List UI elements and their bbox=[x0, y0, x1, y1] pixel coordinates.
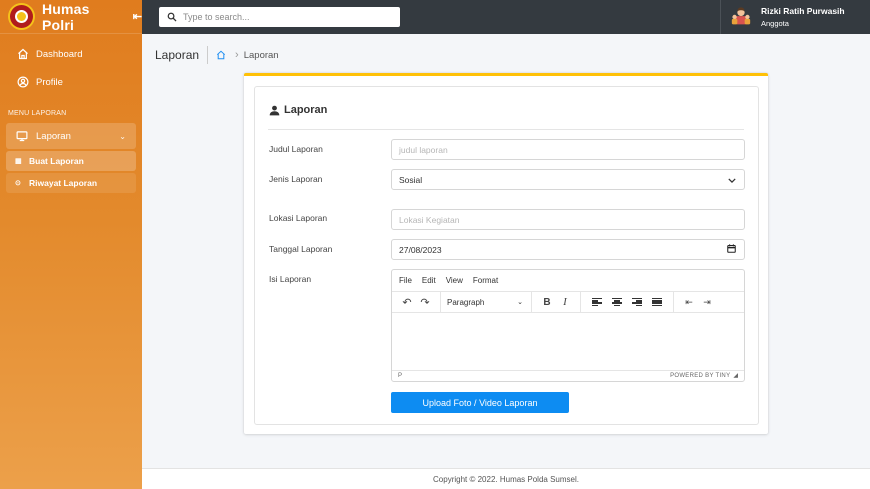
form-title: Laporan bbox=[269, 104, 327, 116]
user-circle-icon bbox=[16, 75, 30, 89]
undo-icon[interactable]: ↶ bbox=[398, 296, 416, 309]
sidebar-group-label: Laporan bbox=[36, 130, 71, 142]
tanggal-input[interactable]: 27/08/2023 bbox=[391, 239, 745, 260]
lokasi-input[interactable]: Lokasi Kegiatan bbox=[391, 209, 745, 230]
footer: Copyright © 2022. Humas Polda Sumsel. bbox=[142, 468, 870, 489]
align-right-icon[interactable] bbox=[632, 298, 642, 306]
upload-button[interactable]: Upload Foto / Video Laporan bbox=[391, 392, 569, 413]
sidebar-item-riwayat-laporan[interactable]: ⊙ Riwayat Laporan bbox=[6, 173, 136, 193]
judul-label: Judul Laporan bbox=[269, 144, 323, 154]
judul-input[interactable]: judul laporan bbox=[391, 139, 745, 160]
sidebar-item-buat-laporan[interactable]: ▦ Buat Laporan bbox=[6, 151, 136, 171]
editor-statusbar: P POWERED BY TINY ◢ bbox=[392, 370, 744, 380]
tanggal-label: Tanggal Laporan bbox=[269, 244, 333, 254]
search-icon bbox=[167, 12, 177, 22]
jenis-label: Jenis Laporan bbox=[269, 174, 323, 184]
brand: Humas Polri ⇤ bbox=[0, 0, 142, 34]
sidebar-item-profile[interactable]: Profile bbox=[6, 68, 136, 96]
home-icon[interactable] bbox=[216, 50, 226, 60]
user-role: Anggota bbox=[761, 19, 789, 28]
align-justify-icon[interactable] bbox=[652, 298, 662, 306]
resize-handle-icon[interactable]: ◢ bbox=[733, 372, 738, 379]
sidebar-item-label: Buat Laporan bbox=[29, 156, 84, 166]
outdent-icon[interactable]: ⇤ bbox=[680, 297, 698, 308]
form-title-text: Laporan bbox=[284, 104, 328, 116]
search-input[interactable] bbox=[183, 12, 383, 22]
user-menu[interactable]: Rizki Ratih Purwasih Anggota bbox=[720, 0, 870, 34]
redo-icon[interactable]: ↷ bbox=[416, 296, 434, 309]
topbar: Rizki Ratih Purwasih Anggota bbox=[142, 0, 870, 34]
align-left-icon[interactable] bbox=[592, 298, 602, 306]
breadcrumb: › Laporan bbox=[216, 49, 279, 61]
breadcrumb-item[interactable]: Laporan bbox=[244, 50, 279, 61]
report-card: Laporan Judul Laporan judul laporan Jeni… bbox=[244, 73, 768, 434]
menu-view[interactable]: View bbox=[446, 276, 463, 285]
editor-toolbar: ↶ ↷ Paragraph ⌄ B I ⇤ ⇥ bbox=[392, 291, 744, 313]
element-path: P bbox=[398, 372, 403, 379]
bold-icon[interactable]: B bbox=[538, 297, 556, 308]
page-title: Laporan bbox=[155, 48, 200, 62]
indent-icon[interactable]: ⇥ bbox=[698, 297, 716, 308]
collapse-sidebar-icon[interactable]: ⇤ bbox=[133, 10, 142, 23]
block-format-value: Paragraph bbox=[447, 297, 485, 307]
calendar-icon: ▦ bbox=[15, 158, 22, 165]
sidebar-group-laporan[interactable]: Laporan ⌄ bbox=[6, 123, 136, 149]
chevron-down-icon: ⌄ bbox=[119, 131, 126, 141]
sidebar-item-label: Profile bbox=[36, 76, 63, 88]
block-format-select[interactable]: Paragraph ⌄ bbox=[447, 298, 525, 307]
user-name: Rizki Ratih Purwasih bbox=[761, 6, 845, 16]
powered-by[interactable]: POWERED BY TINY bbox=[670, 373, 730, 379]
history-icon: ⊙ bbox=[15, 180, 21, 187]
isi-label: Isi Laporan bbox=[269, 274, 312, 284]
sidebar-item-label: Dashboard bbox=[36, 48, 83, 60]
section-label: MENU LAPORAN bbox=[8, 110, 67, 117]
copyright-text: Copyright © 2022. Humas Polda Sumsel. bbox=[433, 475, 579, 484]
report-form: Laporan Judul Laporan judul laporan Jeni… bbox=[254, 86, 759, 425]
user-icon bbox=[269, 105, 280, 115]
jenis-select[interactable]: Sosial bbox=[391, 169, 745, 190]
tanggal-value: 27/08/2023 bbox=[399, 244, 442, 255]
calendar-icon[interactable] bbox=[727, 244, 736, 255]
avatar bbox=[730, 6, 752, 28]
jenis-value: Sosial bbox=[399, 174, 423, 185]
chevron-down-icon: ⌄ bbox=[517, 299, 523, 306]
menu-edit[interactable]: Edit bbox=[422, 276, 436, 285]
divider bbox=[268, 129, 744, 130]
align-center-icon[interactable] bbox=[612, 298, 622, 306]
page-header: Laporan › Laporan bbox=[155, 46, 279, 64]
app-name: Humas Polri bbox=[41, 0, 90, 33]
italic-icon[interactable]: I bbox=[556, 296, 574, 308]
sidebar-item-dashboard[interactable]: Dashboard bbox=[6, 40, 136, 68]
chevron-right-icon: › bbox=[235, 49, 239, 61]
editor-content[interactable] bbox=[392, 313, 744, 370]
home-icon bbox=[16, 47, 30, 61]
logo bbox=[8, 3, 35, 30]
menu-format[interactable]: Format bbox=[473, 276, 498, 285]
rich-text-editor: File Edit View Format ↶ ↷ Paragraph ⌄ B bbox=[391, 269, 745, 382]
chevron-down-icon bbox=[728, 175, 736, 185]
monitor-icon bbox=[16, 130, 30, 142]
sidebar-item-label: Riwayat Laporan bbox=[29, 178, 98, 188]
lokasi-label: Lokasi Laporan bbox=[269, 213, 328, 223]
menu-file[interactable]: File bbox=[399, 276, 412, 285]
divider bbox=[207, 46, 209, 64]
editor-menubar: File Edit View Format bbox=[392, 270, 744, 291]
sidebar: Humas Polri ⇤ Dashboard Profile MENU LAP… bbox=[0, 0, 142, 489]
search-box[interactable] bbox=[159, 7, 400, 27]
